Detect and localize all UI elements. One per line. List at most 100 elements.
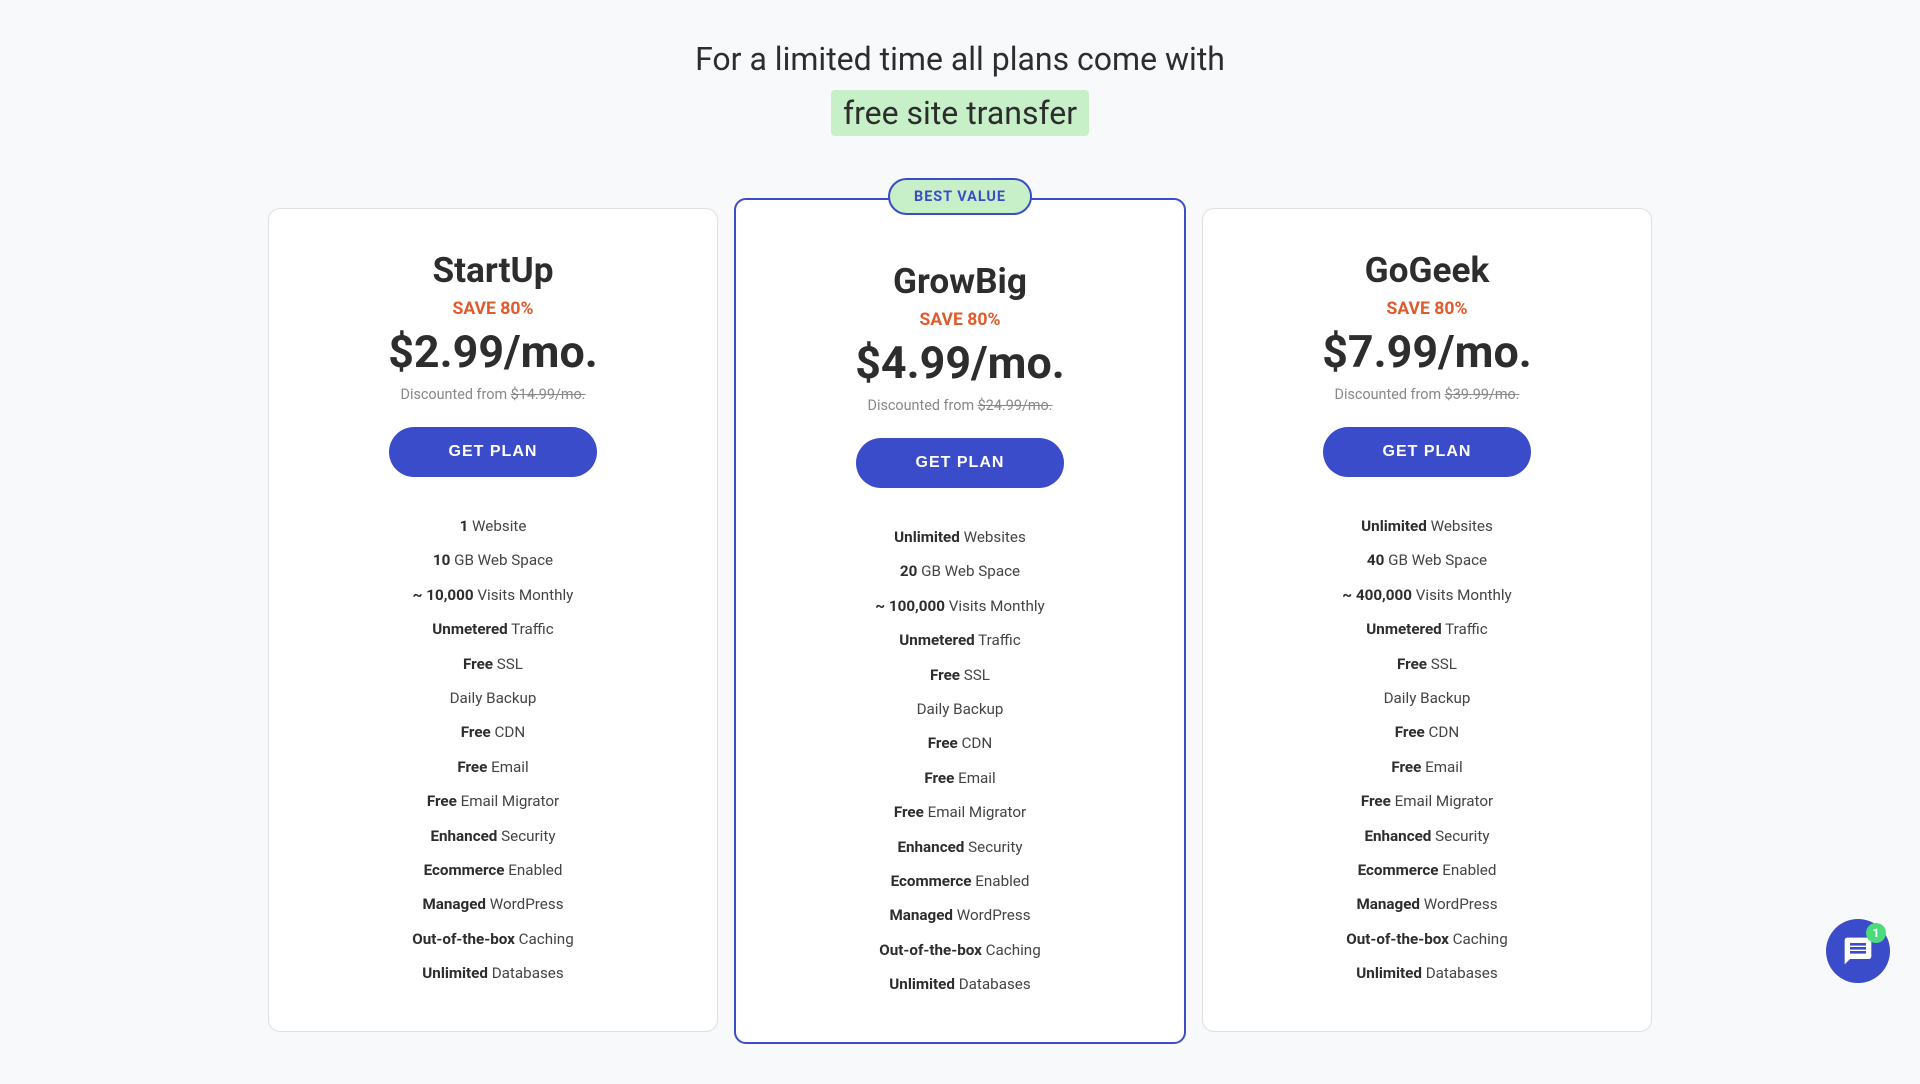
- feature-bold: Free: [1397, 655, 1427, 673]
- original-price-startup: Discounted from $14.99/mo.: [299, 386, 687, 403]
- feature-item: Unlimited Websites: [1233, 509, 1621, 543]
- feature-normal: WordPress: [1420, 895, 1498, 913]
- feature-normal: Email: [1421, 758, 1462, 776]
- feature-normal: Enabled: [505, 861, 563, 879]
- feature-bold: Unlimited: [894, 528, 960, 546]
- plan-price-gogeek: $7.99/mo.: [1233, 325, 1621, 378]
- feature-bold: Unmetered: [1366, 620, 1441, 638]
- plan-card-gogeek: GoGeek SAVE 80% $7.99/mo. Discounted fro…: [1202, 208, 1652, 1032]
- feature-item: 20 GB Web Space: [766, 554, 1154, 588]
- chat-widget[interactable]: 1: [1826, 919, 1890, 983]
- feature-normal: Email: [954, 769, 995, 787]
- feature-normal: Email: [487, 758, 528, 776]
- feature-bold: ~ 400,000: [1342, 586, 1412, 604]
- original-price-growbig: Discounted from $24.99/mo.: [766, 397, 1154, 414]
- feature-bold: Unlimited: [1361, 517, 1427, 535]
- feature-item: Managed WordPress: [299, 887, 687, 921]
- feature-normal: Traffic: [975, 631, 1021, 649]
- feature-normal: Enabled: [1439, 861, 1497, 879]
- feature-item: Free CDN: [299, 715, 687, 749]
- feature-item: Out-of-the-box Caching: [1233, 922, 1621, 956]
- feature-item: Ecommerce Enabled: [1233, 853, 1621, 887]
- feature-bold: Free: [1395, 723, 1425, 741]
- chat-badge: 1: [1866, 923, 1886, 943]
- feature-item: 1 Website: [299, 509, 687, 543]
- feature-normal: Visits Monthly: [474, 586, 574, 604]
- feature-item: Free Email: [299, 750, 687, 784]
- feature-normal: Enabled: [972, 872, 1030, 890]
- feature-bold: Managed: [1356, 895, 1420, 913]
- features-list-gogeek: Unlimited Websites40 GB Web Space~ 400,0…: [1233, 509, 1621, 991]
- feature-normal: Visits Monthly: [945, 597, 1045, 615]
- feature-item: Managed WordPress: [766, 898, 1154, 932]
- feature-item: 40 GB Web Space: [1233, 543, 1621, 577]
- feature-bold: ~ 100,000: [875, 597, 945, 615]
- feature-item: Free Email Migrator: [766, 795, 1154, 829]
- feature-item: Free Email Migrator: [1233, 784, 1621, 818]
- feature-item: Free CDN: [766, 726, 1154, 760]
- feature-item: Unmetered Traffic: [299, 612, 687, 646]
- feature-bold: Free: [924, 769, 954, 787]
- feature-bold: Free: [930, 666, 960, 684]
- feature-item: Daily Backup: [1233, 681, 1621, 715]
- feature-item: Ecommerce Enabled: [299, 853, 687, 887]
- feature-item: Unlimited Websites: [766, 520, 1154, 554]
- feature-bold: 20: [900, 562, 917, 580]
- feature-bold: Unlimited: [889, 975, 955, 993]
- get-plan-button-gogeek[interactable]: GET PLAN: [1323, 427, 1532, 477]
- feature-item: Out-of-the-box Caching: [766, 933, 1154, 967]
- feature-bold: Free: [427, 792, 457, 810]
- feature-normal: SSL: [1427, 655, 1457, 673]
- feature-bold: 1: [460, 517, 469, 535]
- feature-item: Free SSL: [766, 658, 1154, 692]
- feature-normal: WordPress: [953, 906, 1031, 924]
- feature-normal: GB Web Space: [1384, 551, 1487, 569]
- feature-bold: Managed: [422, 895, 486, 913]
- feature-normal: Databases: [955, 975, 1031, 993]
- feature-bold: ~ 10,000: [413, 586, 474, 604]
- feature-normal: Websites: [960, 528, 1026, 546]
- feature-item: Free Email: [1233, 750, 1621, 784]
- feature-normal: Email Migrator: [924, 803, 1026, 821]
- plan-card-startup: StartUp SAVE 80% $2.99/mo. Discounted fr…: [268, 208, 718, 1032]
- feature-normal: Traffic: [1442, 620, 1488, 638]
- feature-normal: SSL: [960, 666, 990, 684]
- feature-normal: Security: [497, 827, 555, 845]
- feature-item: Out-of-the-box Caching: [299, 922, 687, 956]
- feature-bold: Ecommerce: [424, 861, 505, 879]
- feature-normal: CDN: [1425, 723, 1459, 741]
- feature-item: Unmetered Traffic: [1233, 612, 1621, 646]
- save-badge-gogeek: SAVE 80%: [1233, 299, 1621, 319]
- feature-bold: Out-of-the-box: [412, 930, 515, 948]
- feature-item: Free Email Migrator: [299, 784, 687, 818]
- plans-container: StartUp SAVE 80% $2.99/mo. Discounted fr…: [260, 208, 1660, 1044]
- save-badge-growbig: SAVE 80%: [766, 310, 1154, 330]
- feature-item: Unlimited Databases: [1233, 956, 1621, 990]
- feature-item: Enhanced Security: [1233, 819, 1621, 853]
- feature-bold: Ecommerce: [1358, 861, 1439, 879]
- feature-item: Daily Backup: [766, 692, 1154, 726]
- promo-line2: free site transfer: [831, 94, 1089, 132]
- feature-normal: GB Web Space: [917, 562, 1020, 580]
- feature-normal: Traffic: [508, 620, 554, 638]
- feature-bold: Managed: [889, 906, 953, 924]
- get-plan-button-growbig[interactable]: GET PLAN: [856, 438, 1065, 488]
- feature-item: Managed WordPress: [1233, 887, 1621, 921]
- feature-item: ~ 400,000 Visits Monthly: [1233, 578, 1621, 612]
- plan-price-growbig: $4.99/mo.: [766, 336, 1154, 389]
- feature-normal: GB Web Space: [450, 551, 553, 569]
- feature-bold: Free: [928, 734, 958, 752]
- feature-bold: 40: [1367, 551, 1384, 569]
- feature-item: ~ 100,000 Visits Monthly: [766, 589, 1154, 623]
- feature-bold: Enhanced: [430, 827, 497, 845]
- feature-bold: Enhanced: [1364, 827, 1431, 845]
- get-plan-button-startup[interactable]: GET PLAN: [389, 427, 598, 477]
- feature-bold: Free: [457, 758, 487, 776]
- plan-price-startup: $2.99/mo.: [299, 325, 687, 378]
- promo-line1: For a limited time all plans come with: [695, 40, 1225, 78]
- feature-item: ~ 10,000 Visits Monthly: [299, 578, 687, 612]
- feature-bold: Out-of-the-box: [879, 941, 982, 959]
- feature-bold: Ecommerce: [891, 872, 972, 890]
- feature-bold: Free: [1391, 758, 1421, 776]
- feature-item: Ecommerce Enabled: [766, 864, 1154, 898]
